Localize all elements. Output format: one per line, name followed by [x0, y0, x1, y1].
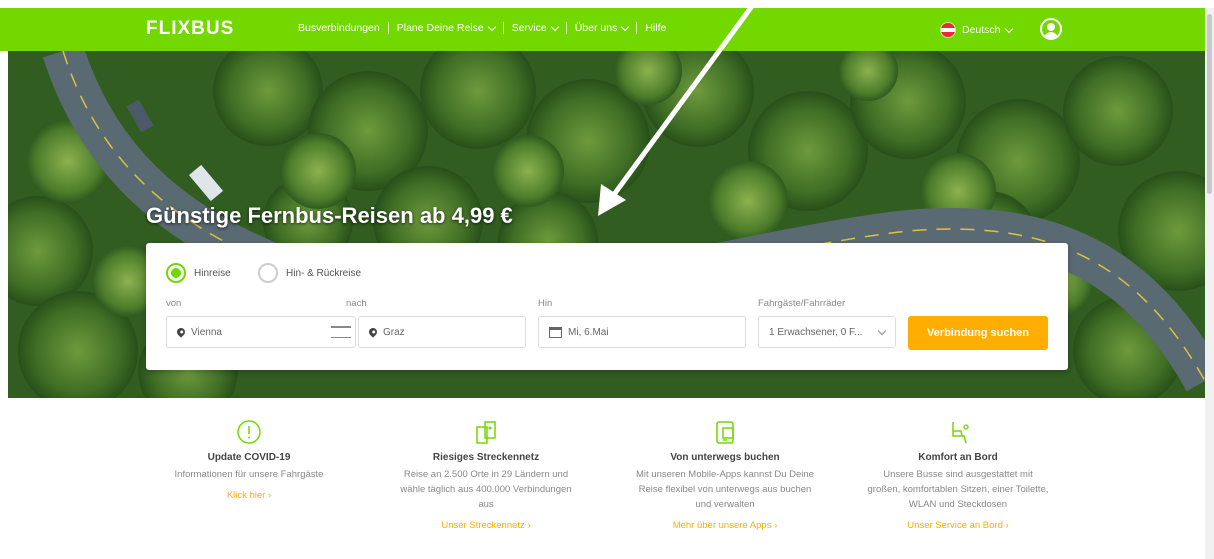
hero-headline: Günstige Fernbus-Reisen ab 4,99 € — [146, 203, 513, 228]
feature-link-label: Unser Service an Bord — [907, 520, 1003, 531]
date-value: Mi, 6.Mai — [568, 326, 609, 338]
chevron-down-icon — [877, 326, 887, 336]
feature-description: Unsere Busse sind ausgestattet mit große… — [867, 469, 1049, 510]
nav-divider — [502, 22, 504, 34]
to-label: nach — [346, 298, 367, 309]
from-label: von — [166, 298, 182, 309]
chevron-right-icon: › — [1005, 520, 1009, 531]
feature-link[interactable]: Mehr über unsere Apps › — [625, 520, 825, 531]
feature-apps: Von unterwegs buchen Mit unseren Mobile-… — [625, 418, 825, 531]
chevron-right-icon: › — [774, 520, 778, 531]
nav-item-label: Hilfe — [645, 22, 667, 34]
to-value: Graz — [383, 326, 405, 338]
feature-link[interactable]: Unser Service an Bord › — [858, 520, 1058, 531]
top-strip — [0, 0, 1214, 8]
navbar: FLIXBUS Busverbindungen Plane Deine Reis… — [0, 8, 1205, 51]
from-input[interactable]: Vienna — [166, 316, 356, 348]
feature-link[interactable]: Klick hier › — [149, 490, 349, 501]
chevron-down-icon — [550, 22, 559, 31]
nav-item-plane-deine-reise[interactable]: Plane Deine Reise — [396, 22, 496, 34]
flixbus-logo[interactable]: FLIXBUS — [146, 18, 234, 40]
main-nav: Busverbindungen Plane Deine Reise Servic… — [298, 22, 666, 34]
date-label: Hin — [538, 298, 553, 309]
radio-unselected-icon — [258, 263, 278, 283]
to-input[interactable]: Graz — [358, 316, 526, 348]
feature-title: Update COVID-19 — [207, 452, 291, 463]
feature-description: Mit unseren Mobile-Apps kannst Du Deine … — [636, 469, 814, 510]
radio-label: Hinreise — [194, 267, 231, 279]
feature-description: Reise an 2.500 Orte in 29 Ländern und wä… — [400, 469, 572, 510]
passengers-select[interactable]: 1 Erwachsener, 0 F... — [758, 316, 896, 348]
swap-direction-icon[interactable] — [331, 326, 351, 338]
app-root: FLIXBUS Busverbindungen Plane Deine Reis… — [0, 0, 1214, 559]
passengers-label: Fahrgäste/Fahrräder — [758, 298, 846, 309]
nav-divider — [387, 22, 389, 34]
feature-description: Informationen für unsere Fahrgäste — [174, 469, 324, 480]
search-form: Hinreise Hin- & Rückreise von nach Hin F… — [146, 243, 1068, 370]
search-connection-button[interactable]: Verbindung suchen — [908, 316, 1048, 350]
page-scrollbar-thumb[interactable] — [1207, 14, 1212, 194]
location-pin-icon — [175, 326, 187, 338]
feature-covid: Update COVID-19 Informationen für unsere… — [149, 418, 349, 501]
user-account-icon[interactable] — [1040, 18, 1062, 40]
feature-title: Komfort an Bord — [918, 452, 998, 463]
nav-item-label: Über uns — [574, 22, 618, 34]
radio-round-trip[interactable]: Hin- & Rückreise — [258, 263, 361, 283]
nav-item-label: Service — [511, 22, 547, 34]
info-circle-icon — [235, 418, 263, 446]
feature-title: Von unterwegs buchen — [670, 452, 780, 463]
nav-item-busverbindungen[interactable]: Busverbindungen — [298, 22, 380, 34]
seat-comfort-icon — [944, 418, 972, 446]
calendar-icon — [549, 326, 562, 338]
from-value: Vienna — [191, 326, 222, 338]
feature-comfort: Komfort an Bord Unsere Busse sind ausges… — [858, 418, 1058, 531]
austria-flag-icon — [940, 22, 956, 38]
feature-title: Riesiges Streckennetz — [432, 452, 540, 463]
feature-link-label: Klick hier — [226, 490, 266, 501]
feature-link-label: Unser Streckennetz — [441, 520, 525, 531]
chevron-down-icon — [621, 22, 630, 31]
feature-link-label: Mehr über unsere Apps — [672, 520, 772, 531]
passengers-value: 1 Erwachsener, 0 F... — [769, 326, 863, 338]
nav-item-label: Busverbindungen — [298, 22, 380, 34]
nav-divider — [636, 22, 638, 34]
radio-selected-icon — [166, 263, 186, 283]
mobile-app-icon — [711, 418, 739, 446]
nav-item-ueber-uns[interactable]: Über uns — [574, 22, 630, 34]
chevron-right-icon: › — [527, 520, 531, 531]
chevron-down-icon — [1004, 24, 1013, 33]
route-network-icon — [472, 418, 500, 446]
language-label: Deutsch — [962, 24, 1001, 36]
chevron-right-icon: › — [268, 490, 272, 501]
radio-one-way[interactable]: Hinreise — [166, 263, 231, 283]
chevron-down-icon — [487, 22, 496, 31]
language-selector[interactable]: Deutsch — [940, 22, 1013, 38]
date-input[interactable]: Mi, 6.Mai — [538, 316, 746, 348]
nav-divider — [565, 22, 567, 34]
feature-link[interactable]: Unser Streckennetz › — [386, 520, 586, 531]
nav-item-hilfe[interactable]: Hilfe — [645, 22, 666, 34]
nav-item-service[interactable]: Service — [511, 22, 559, 34]
feature-network: Riesiges Streckennetz Reise an 2.500 Ort… — [386, 418, 586, 531]
nav-item-label: Plane Deine Reise — [396, 22, 484, 34]
location-pin-icon — [367, 326, 379, 338]
radio-label: Hin- & Rückreise — [286, 267, 362, 279]
